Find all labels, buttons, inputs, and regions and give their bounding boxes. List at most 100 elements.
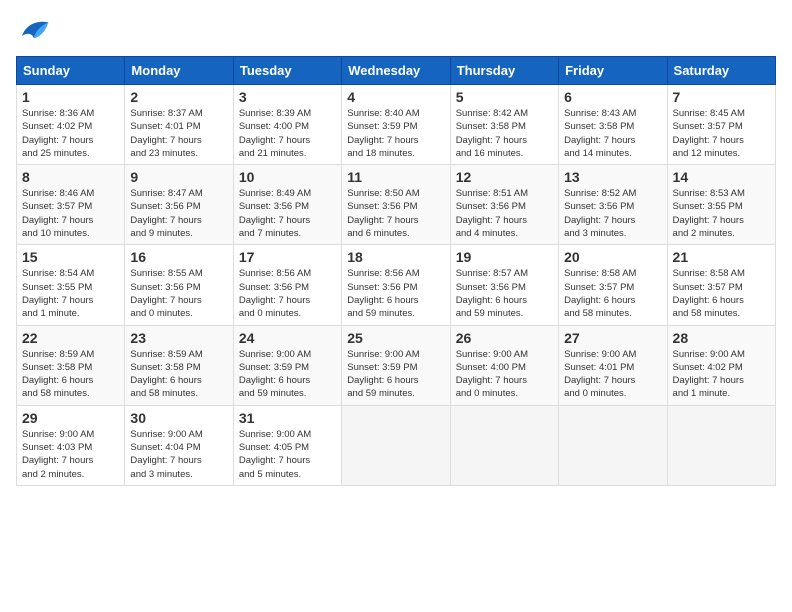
logo (16, 16, 50, 44)
calendar-cell: 7 Sunrise: 8:45 AM Sunset: 3:57 PM Daylig… (667, 85, 775, 165)
calendar-cell (559, 405, 667, 485)
calendar-cell: 19 Sunrise: 8:57 AM Sunset: 3:56 PM Dayli… (450, 245, 558, 325)
day-number: 21 (673, 249, 770, 265)
weekday-header-row: SundayMondayTuesdayWednesdayThursdayFrid… (17, 57, 776, 85)
day-number: 25 (347, 330, 444, 346)
calendar-cell: 6 Sunrise: 8:43 AM Sunset: 3:58 PM Daylig… (559, 85, 667, 165)
day-info: Sunrise: 8:49 AM Sunset: 3:56 PM Dayligh… (239, 187, 336, 240)
calendar-cell: 22Sunrise: 8:59 AM Sunset: 3:58 PM Dayli… (17, 325, 125, 405)
calendar-cell: 17 Sunrise: 8:56 AM Sunset: 3:56 PM Dayli… (233, 245, 341, 325)
calendar-cell (342, 405, 450, 485)
day-info: Sunrise: 9:00 AM Sunset: 4:04 PM Dayligh… (130, 428, 227, 481)
calendar-cell: 28Sunrise: 9:00 AM Sunset: 4:02 PM Dayli… (667, 325, 775, 405)
day-number: 18 (347, 249, 444, 265)
calendar-cell (667, 405, 775, 485)
day-number: 11 (347, 169, 444, 185)
day-info: Sunrise: 9:00 AM Sunset: 4:05 PM Dayligh… (239, 428, 336, 481)
day-number: 24 (239, 330, 336, 346)
day-info: Sunrise: 8:40 AM Sunset: 3:59 PM Dayligh… (347, 107, 444, 160)
day-number: 6 (564, 89, 661, 105)
day-number: 15 (22, 249, 119, 265)
calendar-cell: 24 Sunrise: 9:00 AM Sunset: 3:59 PM Dayli… (233, 325, 341, 405)
day-number: 30 (130, 410, 227, 426)
day-number: 4 (347, 89, 444, 105)
weekday-header-saturday: Saturday (667, 57, 775, 85)
calendar-week-row: 15 Sunrise: 8:54 AM Sunset: 3:55 PM Dayli… (17, 245, 776, 325)
calendar-week-row: 22Sunrise: 8:59 AM Sunset: 3:58 PM Dayli… (17, 325, 776, 405)
calendar-cell (450, 405, 558, 485)
calendar-week-row: 29Sunrise: 9:00 AM Sunset: 4:03 PM Dayli… (17, 405, 776, 485)
calendar-cell: 13 Sunrise: 8:52 AM Sunset: 3:56 PM Dayli… (559, 165, 667, 245)
logo-bird-icon (18, 16, 50, 44)
calendar-cell: 12Sunrise: 8:51 AM Sunset: 3:56 PM Dayli… (450, 165, 558, 245)
day-number: 31 (239, 410, 336, 426)
calendar-cell: 1Sunrise: 8:36 AM Sunset: 4:02 PM Daylig… (17, 85, 125, 165)
calendar-week-row: 8Sunrise: 8:46 AM Sunset: 3:57 PM Daylig… (17, 165, 776, 245)
day-info: Sunrise: 8:47 AM Sunset: 3:56 PM Dayligh… (130, 187, 227, 240)
weekday-header-friday: Friday (559, 57, 667, 85)
calendar-cell: 15 Sunrise: 8:54 AM Sunset: 3:55 PM Dayli… (17, 245, 125, 325)
weekday-header-thursday: Thursday (450, 57, 558, 85)
calendar-cell: 4 Sunrise: 8:40 AM Sunset: 3:59 PM Daylig… (342, 85, 450, 165)
day-number: 28 (673, 330, 770, 346)
calendar-cell: 14Sunrise: 8:53 AM Sunset: 3:55 PM Dayli… (667, 165, 775, 245)
day-info: Sunrise: 8:42 AM Sunset: 3:58 PM Dayligh… (456, 107, 553, 160)
day-number: 13 (564, 169, 661, 185)
day-number: 12 (456, 169, 553, 185)
calendar-cell: 10 Sunrise: 8:49 AM Sunset: 3:56 PM Dayli… (233, 165, 341, 245)
day-info: Sunrise: 9:00 AM Sunset: 3:59 PM Dayligh… (239, 348, 336, 401)
day-number: 1 (22, 89, 119, 105)
day-info: Sunrise: 8:37 AM Sunset: 4:01 PM Dayligh… (130, 107, 227, 160)
calendar-cell: 3 Sunrise: 8:39 AM Sunset: 4:00 PM Daylig… (233, 85, 341, 165)
day-info: Sunrise: 8:55 AM Sunset: 3:56 PM Dayligh… (130, 267, 227, 320)
calendar-cell: 16Sunrise: 8:55 AM Sunset: 3:56 PM Dayli… (125, 245, 233, 325)
day-info: Sunrise: 8:59 AM Sunset: 3:58 PM Dayligh… (130, 348, 227, 401)
calendar-cell: 5 Sunrise: 8:42 AM Sunset: 3:58 PM Daylig… (450, 85, 558, 165)
calendar-cell: 8Sunrise: 8:46 AM Sunset: 3:57 PM Daylig… (17, 165, 125, 245)
day-number: 2 (130, 89, 227, 105)
day-number: 26 (456, 330, 553, 346)
calendar-cell: 25 Sunrise: 9:00 AM Sunset: 3:59 PM Dayli… (342, 325, 450, 405)
day-info: Sunrise: 8:54 AM Sunset: 3:55 PM Dayligh… (22, 267, 119, 320)
calendar-cell: 18 Sunrise: 8:56 AM Sunset: 3:56 PM Dayli… (342, 245, 450, 325)
day-info: Sunrise: 8:52 AM Sunset: 3:56 PM Dayligh… (564, 187, 661, 240)
day-info: Sunrise: 8:57 AM Sunset: 3:56 PM Dayligh… (456, 267, 553, 320)
day-info: Sunrise: 9:00 AM Sunset: 3:59 PM Dayligh… (347, 348, 444, 401)
day-info: Sunrise: 8:58 AM Sunset: 3:57 PM Dayligh… (673, 267, 770, 320)
calendar-cell: 2 Sunrise: 8:37 AM Sunset: 4:01 PM Daylig… (125, 85, 233, 165)
day-number: 9 (130, 169, 227, 185)
weekday-header-wednesday: Wednesday (342, 57, 450, 85)
day-number: 27 (564, 330, 661, 346)
calendar-cell: 23 Sunrise: 8:59 AM Sunset: 3:58 PM Dayli… (125, 325, 233, 405)
calendar-cell: 20 Sunrise: 8:58 AM Sunset: 3:57 PM Dayli… (559, 245, 667, 325)
weekday-header-tuesday: Tuesday (233, 57, 341, 85)
day-info: Sunrise: 8:56 AM Sunset: 3:56 PM Dayligh… (347, 267, 444, 320)
day-info: Sunrise: 8:58 AM Sunset: 3:57 PM Dayligh… (564, 267, 661, 320)
calendar-cell: 30 Sunrise: 9:00 AM Sunset: 4:04 PM Dayli… (125, 405, 233, 485)
day-number: 5 (456, 89, 553, 105)
day-info: Sunrise: 8:56 AM Sunset: 3:56 PM Dayligh… (239, 267, 336, 320)
day-number: 19 (456, 249, 553, 265)
day-number: 23 (130, 330, 227, 346)
day-number: 7 (673, 89, 770, 105)
day-info: Sunrise: 8:50 AM Sunset: 3:56 PM Dayligh… (347, 187, 444, 240)
day-info: Sunrise: 8:53 AM Sunset: 3:55 PM Dayligh… (673, 187, 770, 240)
day-number: 29 (22, 410, 119, 426)
weekday-header-monday: Monday (125, 57, 233, 85)
day-info: Sunrise: 8:39 AM Sunset: 4:00 PM Dayligh… (239, 107, 336, 160)
day-info: Sunrise: 8:45 AM Sunset: 3:57 PM Dayligh… (673, 107, 770, 160)
day-info: Sunrise: 9:00 AM Sunset: 4:00 PM Dayligh… (456, 348, 553, 401)
day-number: 20 (564, 249, 661, 265)
day-number: 10 (239, 169, 336, 185)
day-number: 8 (22, 169, 119, 185)
day-number: 17 (239, 249, 336, 265)
calendar-cell: 11 Sunrise: 8:50 AM Sunset: 3:56 PM Dayli… (342, 165, 450, 245)
day-info: Sunrise: 8:43 AM Sunset: 3:58 PM Dayligh… (564, 107, 661, 160)
calendar-cell: 21 Sunrise: 8:58 AM Sunset: 3:57 PM Dayli… (667, 245, 775, 325)
day-number: 3 (239, 89, 336, 105)
calendar-week-row: 1Sunrise: 8:36 AM Sunset: 4:02 PM Daylig… (17, 85, 776, 165)
calendar-cell: 31 Sunrise: 9:00 AM Sunset: 4:05 PM Dayli… (233, 405, 341, 485)
calendar-cell: 27 Sunrise: 9:00 AM Sunset: 4:01 PM Dayli… (559, 325, 667, 405)
day-info: Sunrise: 9:00 AM Sunset: 4:01 PM Dayligh… (564, 348, 661, 401)
calendar-cell: 26 Sunrise: 9:00 AM Sunset: 4:00 PM Dayli… (450, 325, 558, 405)
